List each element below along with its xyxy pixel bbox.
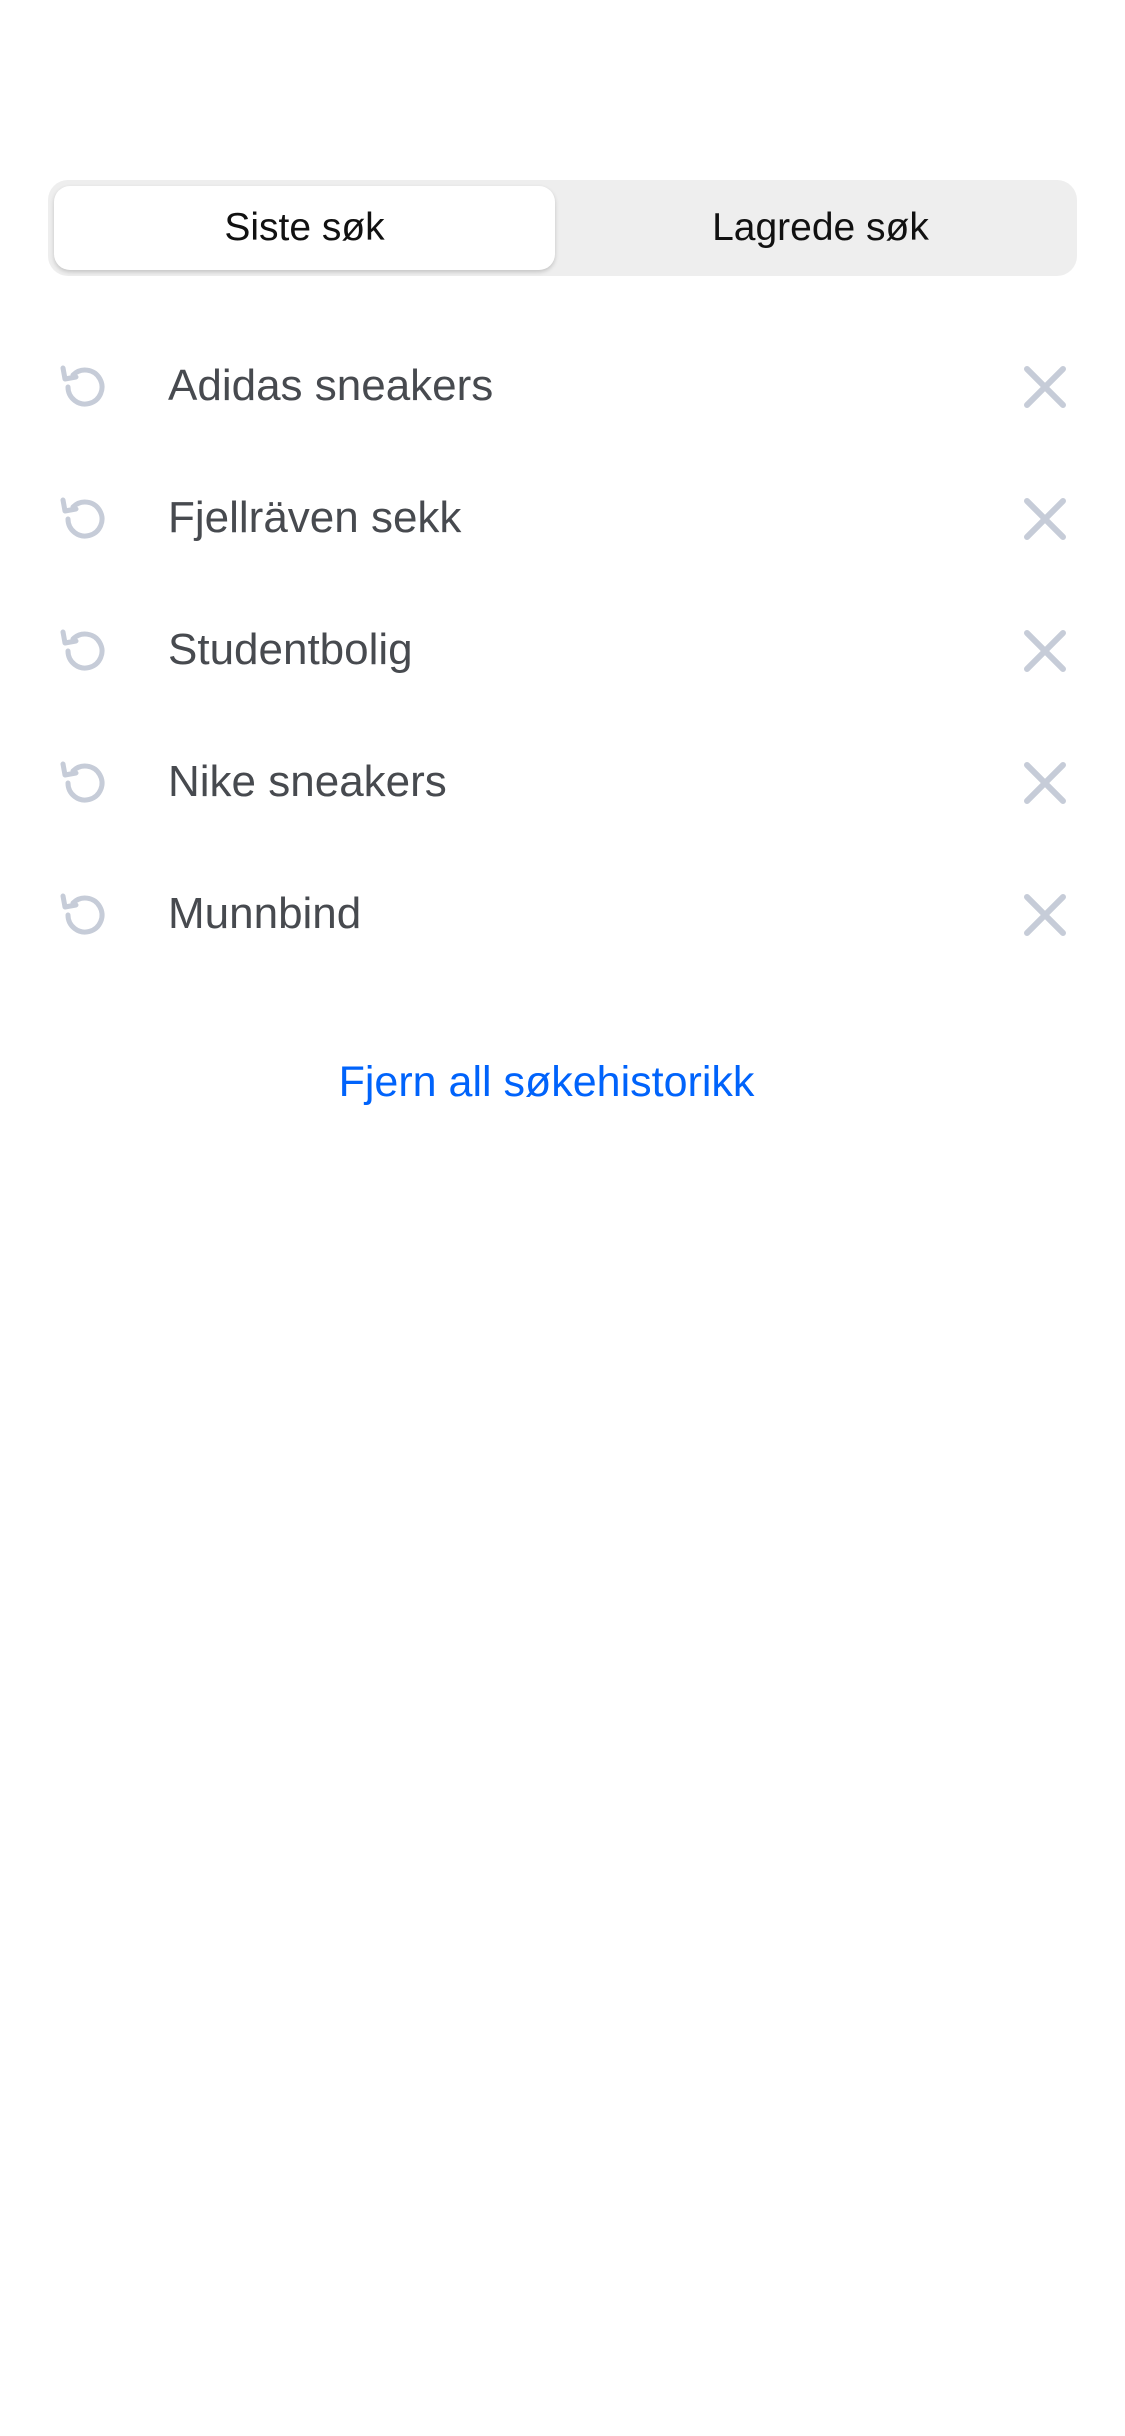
history-item-label: Nike sneakers (168, 757, 447, 806)
close-icon[interactable] (1022, 364, 1068, 410)
close-icon[interactable] (1022, 628, 1068, 674)
history-icon (60, 893, 105, 935)
history-icon (60, 497, 105, 539)
history-item-label: Adidas sneakers (168, 361, 494, 410)
history-item[interactable]: Adidas sneakers (0, 320, 1125, 452)
history-icon (60, 365, 105, 407)
history-icon (60, 629, 105, 671)
history-item-label: Fjellräven sekk (168, 493, 462, 542)
history-item-label: Studentbolig (168, 625, 413, 674)
tab-recent-searches[interactable]: Siste søk (54, 186, 555, 270)
search-history-list: Adidas sneakers Fjellräven sekk Studentb… (0, 320, 1125, 980)
close-icon[interactable] (1022, 892, 1068, 938)
close-icon[interactable] (1022, 760, 1068, 806)
history-item[interactable]: Munnbind (0, 848, 1125, 980)
tab-saved-searches-label: Lagrede søk (712, 206, 929, 249)
history-item[interactable]: Nike sneakers (0, 716, 1125, 848)
history-item[interactable]: Studentbolig (0, 584, 1125, 716)
clear-history-link[interactable]: Fjern all søkehistorikk (0, 1058, 1093, 1107)
history-icon (60, 761, 105, 803)
history-item[interactable]: Fjellräven sekk (0, 452, 1125, 584)
history-item-label: Munnbind (168, 889, 362, 938)
close-icon[interactable] (1022, 496, 1068, 542)
tab-saved-searches[interactable]: Lagrede søk (570, 186, 1071, 270)
tab-recent-searches-label: Siste søk (224, 206, 385, 249)
search-tabs: Siste søk Lagrede søk (48, 180, 1077, 276)
